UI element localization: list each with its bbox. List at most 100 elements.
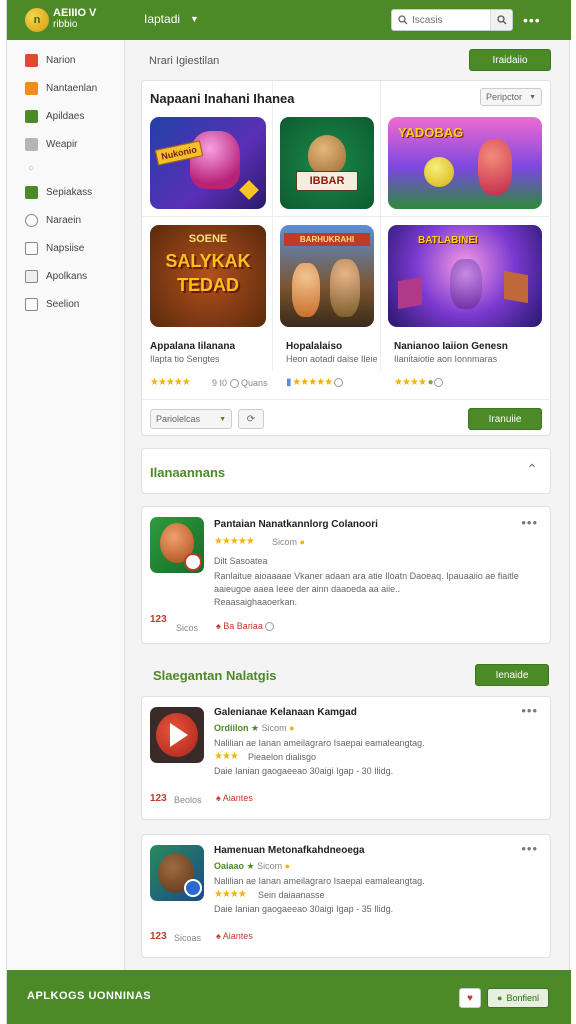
sort-select[interactable]: Peripctor ▼ [480,88,542,106]
review-action-label: Aiantes [222,931,253,941]
review-line-3: Daie Ianian gaogaeeao 30aigi Igap - 30 I… [214,766,394,776]
app-icon-badge [184,879,202,897]
app-icon[interactable] [150,707,204,763]
app-icon[interactable] [150,517,204,573]
rating-text: Sicom [261,723,287,733]
sidebar-item-2[interactable]: Apildaes [7,102,124,130]
sidebar-item-4[interactable]: Sepiakass [7,178,124,206]
grid-icon [25,81,38,95]
refresh-button[interactable]: ⟳ [238,409,264,429]
review-action[interactable]: ♠ Aiantes [216,931,253,941]
nav-dropdown[interactable]: Iaptadi ▼ [144,12,199,26]
game-tile-4[interactable]: SOENE SALYKAK TEDAD [150,225,266,327]
review-card-3: Hamenuan Metonafkahdneoega ••• Oaiaao ★ … [141,834,551,958]
sidebar-item-1[interactable]: Nantaenlan [7,74,124,102]
tile-banner: BARHUKRAHI [284,233,370,246]
footer-icon-button[interactable]: ♥ [459,988,481,1008]
app-window: n AEIIIO V ribbio Iaptadi ▼ ••• Narion N… [6,0,571,1024]
sidebar-item-5[interactable]: Naraein [7,206,124,234]
game-name-2[interactable]: Hopalalaiso [286,341,342,352]
star-icon: ★ [251,723,260,733]
tile-art [504,270,528,304]
leaf-icon: ● [427,377,434,388]
sidebar-divider: ○ [28,162,35,174]
section-2-button[interactable]: Ienaide [475,664,549,686]
top-bar: n AEIIIO V ribbio Iaptadi ▼ ••• [7,0,571,40]
review-body: Ranlaitue aioaaaae Vkaner adaan ara atie… [214,571,519,594]
tile-banner: BATLABINEI [418,235,478,246]
review-title[interactable]: Hamenuan Metonafkahdneoega [214,845,365,856]
sidebar-item-label: Napsiise [46,242,85,254]
review-title[interactable]: Pantaian Nanatkannlorg Colanoori [214,519,378,530]
game-name-1[interactable]: Appalana Iilanana [150,341,235,352]
leaf-icon: ● [497,993,503,1003]
more-menu-icon[interactable]: ••• [523,12,541,28]
sidebar-item-7[interactable]: Apolkans [7,262,124,290]
grid-divider [142,216,552,217]
footer: APLKOGS UONNINAS ♥ ● Bonfienl [7,970,571,1024]
logo-icon[interactable]: n [25,8,49,32]
brand-name: AEIIIO V ribbio [53,8,113,31]
game-dev-2: Heon aotadi daise Ileie [286,354,378,364]
section-header-card[interactable]: Ilanaannans ⌃ [141,448,551,494]
sidebar-item-3[interactable]: Weapir [7,130,124,158]
count-value: 123 [150,931,167,942]
footer-button[interactable]: ● Bonfienl [487,988,549,1008]
sidebar-item-label: Sepiakass [46,186,93,198]
game-dev-3: Ilanitaiotie aon Ionnmaras [394,354,498,364]
review-line-3: Daie Ianian gaogaeeao 30aigi Igap - 35 I… [214,904,394,914]
sidebar-item-label: Narion [46,54,76,66]
badge-icon: ▮ [286,377,291,388]
search-button[interactable] [490,10,512,30]
tile-art [292,263,320,317]
heart-icon: ♥ [467,992,473,1004]
review-action-label: Ba Bariaa [223,621,263,631]
game-tile-3[interactable]: YADOBAG [388,117,542,209]
rating-stars-2: ▮ ★★★★★ [286,377,343,388]
section-2-title: Slaegantan Nalatgis [153,668,277,683]
circle-icon [434,377,444,387]
tile-art [308,135,346,175]
review-title[interactable]: Galenianae Kelanaan Kamgad [214,707,357,718]
app-icon[interactable] [150,845,204,901]
sidebar-item-8[interactable]: Seelion [7,290,124,318]
game-tile-5[interactable]: BARHUKRAHI [280,225,374,327]
grid-divider [380,81,381,371]
sidebar-item-6[interactable]: Napsiise [7,234,124,262]
review-line-1: Nalilian ae Ianan ameilagraro Isaepai ea… [214,738,425,748]
game-tile-2[interactable]: IBBAR [280,117,374,209]
review-card-1: Pantaian Nanatkannlorg Colanoori ••• ★★★… [141,506,551,644]
tile-banner: IBBAR [296,171,358,191]
review-action[interactable]: ♠ Ba Bariaa [216,621,275,632]
game-tile-1[interactable]: Nukonio [150,117,266,209]
tile-banner: SALYKAK [165,251,251,271]
rating-stars: ★★★★★ [214,536,255,547]
filter-select[interactable]: Pariolelcas ▼ [150,409,232,429]
review-line-1: Nalilian ae Ianan ameilagraro Isaepai ea… [214,876,425,886]
rating-stars: ★★★ [214,751,239,762]
review-card-2: Galenianae Kelanaan Kamgad ••• Ordiilon … [141,696,551,820]
sidebar-item-label: Apildaes [46,110,85,122]
review-subtitle: Dilt Sasoatea [214,556,268,566]
more-options-icon[interactable]: ••• [521,841,538,856]
featured-more-button[interactable]: Iranuiie [468,408,542,430]
count-label: Beolos [174,795,202,805]
game-tile-6[interactable]: BATLABINEI [388,225,542,327]
tile-banner: SOENE [188,233,228,245]
tile-art [424,157,454,187]
chevron-up-icon[interactable]: ⌃ [526,461,538,478]
section-title: Ilanaannans [150,465,226,480]
top-action-button[interactable]: Iraidaiio [469,49,551,71]
search-input[interactable] [412,14,486,26]
review-line-2: Sein daiaanasse [258,890,325,900]
sidebar-item-0[interactable]: Narion [7,46,124,74]
more-options-icon[interactable]: ••• [521,703,538,718]
refresh-icon: ⟳ [246,413,256,425]
more-options-icon[interactable]: ••• [521,515,538,530]
tile-art [450,259,482,309]
review-action[interactable]: ♠ Aiantes [216,793,253,803]
tile-art [398,276,422,310]
game-name-3[interactable]: Nanianoo Iaiion Genesn [394,341,508,352]
sidebar-item-label: Naraein [46,214,82,226]
card-divider [142,399,552,400]
